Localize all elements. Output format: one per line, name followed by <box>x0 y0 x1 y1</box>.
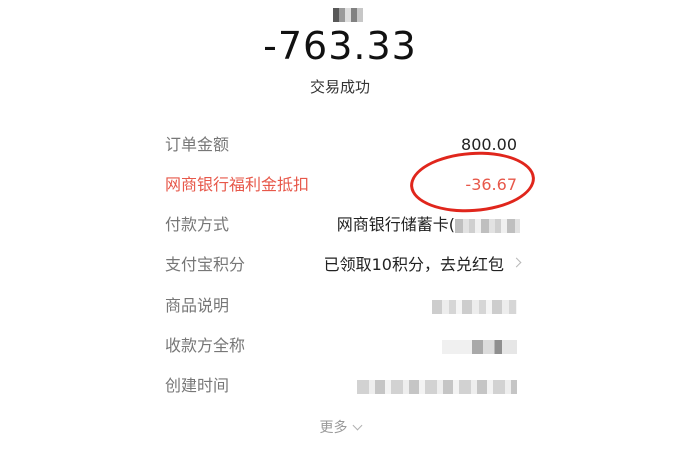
row-payee: 收款方全称 <box>0 333 680 359</box>
row-discount: 网商银行福利金抵扣 -36.67 <box>0 172 680 198</box>
chevron-down-icon <box>352 420 362 431</box>
redacted-merchant-avatar <box>333 8 363 22</box>
redacted-created-time <box>357 379 517 394</box>
redacted-payee-name <box>442 339 517 354</box>
more-button[interactable]: 更多 <box>0 417 680 437</box>
created-time-label: 创建时间 <box>165 376 230 395</box>
redacted-card-number <box>455 218 520 233</box>
transaction-status: 交易成功 <box>309 78 370 96</box>
points-value[interactable]: 已领取10积分，去兑红包 <box>324 252 504 278</box>
redacted-product-description <box>432 299 517 314</box>
product-description-value <box>432 293 517 319</box>
product-description-label: 商品说明 <box>165 296 230 315</box>
row-created-time: 创建时间 <box>0 373 680 399</box>
row-payment-method[interactable]: 付款方式 网商银行储蓄卡( <box>0 212 680 238</box>
created-time-value <box>357 373 517 399</box>
row-product-description: 商品说明 <box>0 293 680 319</box>
row-order-amount: 订单金额 800.00 <box>0 132 680 158</box>
order-amount-label: 订单金额 <box>165 135 230 154</box>
payee-value <box>442 333 517 359</box>
row-points[interactable]: 支付宝积分 已领取10积分，去兑红包 <box>0 252 680 278</box>
payment-method-text: 网商银行储蓄卡( <box>336 215 455 234</box>
payee-label: 收款方全称 <box>165 336 246 355</box>
points-label: 支付宝积分 <box>165 255 246 274</box>
transaction-amount: -763.33 <box>263 24 417 68</box>
discount-label: 网商银行福利金抵扣 <box>165 175 310 194</box>
more-label: 更多 <box>319 420 348 436</box>
payment-method-value: 网商银行储蓄卡( <box>337 212 520 238</box>
chevron-right-icon <box>511 257 522 268</box>
payment-method-label: 付款方式 <box>165 215 230 234</box>
